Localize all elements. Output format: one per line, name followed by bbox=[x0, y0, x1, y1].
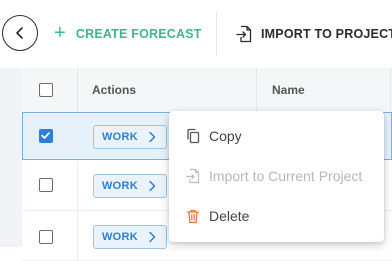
back-button[interactable] bbox=[2, 15, 38, 51]
file-import-icon bbox=[185, 168, 200, 184]
menu-item-label: Import to Current Project bbox=[209, 168, 363, 184]
left-gutter bbox=[0, 68, 22, 247]
select-all-checkbox[interactable] bbox=[39, 83, 53, 97]
menu-item-delete[interactable]: Delete bbox=[169, 196, 384, 236]
checkmark-icon bbox=[41, 132, 50, 139]
row-checkbox[interactable] bbox=[39, 230, 53, 244]
chevron-right-icon bbox=[149, 180, 156, 192]
work-button-label: WORK bbox=[102, 231, 139, 243]
work-button[interactable]: WORK bbox=[93, 174, 167, 198]
row-checkbox[interactable] bbox=[39, 129, 53, 143]
menu-item-label: Copy bbox=[209, 128, 242, 144]
menu-item-label: Delete bbox=[209, 208, 250, 224]
file-import-icon bbox=[236, 25, 252, 43]
import-to-project-label: IMPORT TO PROJECT bbox=[261, 27, 392, 41]
plus-icon: + bbox=[54, 22, 66, 44]
menu-item-import-to-current-project[interactable]: Import to Current Project bbox=[169, 156, 384, 196]
table-header: Actions Name bbox=[22, 68, 392, 113]
column-divider bbox=[78, 113, 79, 159]
create-forecast-button[interactable]: + CREATE FORECAST bbox=[54, 22, 202, 46]
column-header-actions: Actions bbox=[92, 83, 137, 97]
column-divider bbox=[256, 68, 257, 112]
toolbar: + CREATE FORECAST IMPORT TO PROJECT bbox=[0, 0, 392, 69]
column-header-name: Name bbox=[272, 83, 305, 97]
create-forecast-label: CREATE FORECAST bbox=[75, 27, 202, 41]
work-button[interactable]: WORK bbox=[93, 225, 167, 249]
work-button[interactable]: WORK bbox=[93, 125, 167, 149]
column-divider bbox=[390, 68, 391, 112]
column-divider bbox=[77, 212, 78, 260]
menu-item-copy[interactable]: Copy bbox=[169, 116, 384, 156]
column-divider bbox=[77, 68, 78, 112]
work-button-label: WORK bbox=[102, 131, 139, 143]
column-divider bbox=[77, 162, 78, 210]
trash-icon bbox=[186, 209, 200, 224]
import-to-project-button[interactable]: IMPORT TO PROJECT bbox=[236, 22, 392, 46]
row-context-menu: Copy Import to Current Project Delete bbox=[169, 111, 384, 242]
copy-icon bbox=[187, 128, 200, 144]
toolbar-divider bbox=[216, 12, 217, 56]
work-button-label: WORK bbox=[102, 180, 139, 192]
chevron-left-icon bbox=[16, 27, 23, 39]
chevron-right-icon bbox=[149, 131, 156, 143]
chevron-right-icon bbox=[149, 231, 156, 243]
row-checkbox[interactable] bbox=[39, 178, 53, 192]
